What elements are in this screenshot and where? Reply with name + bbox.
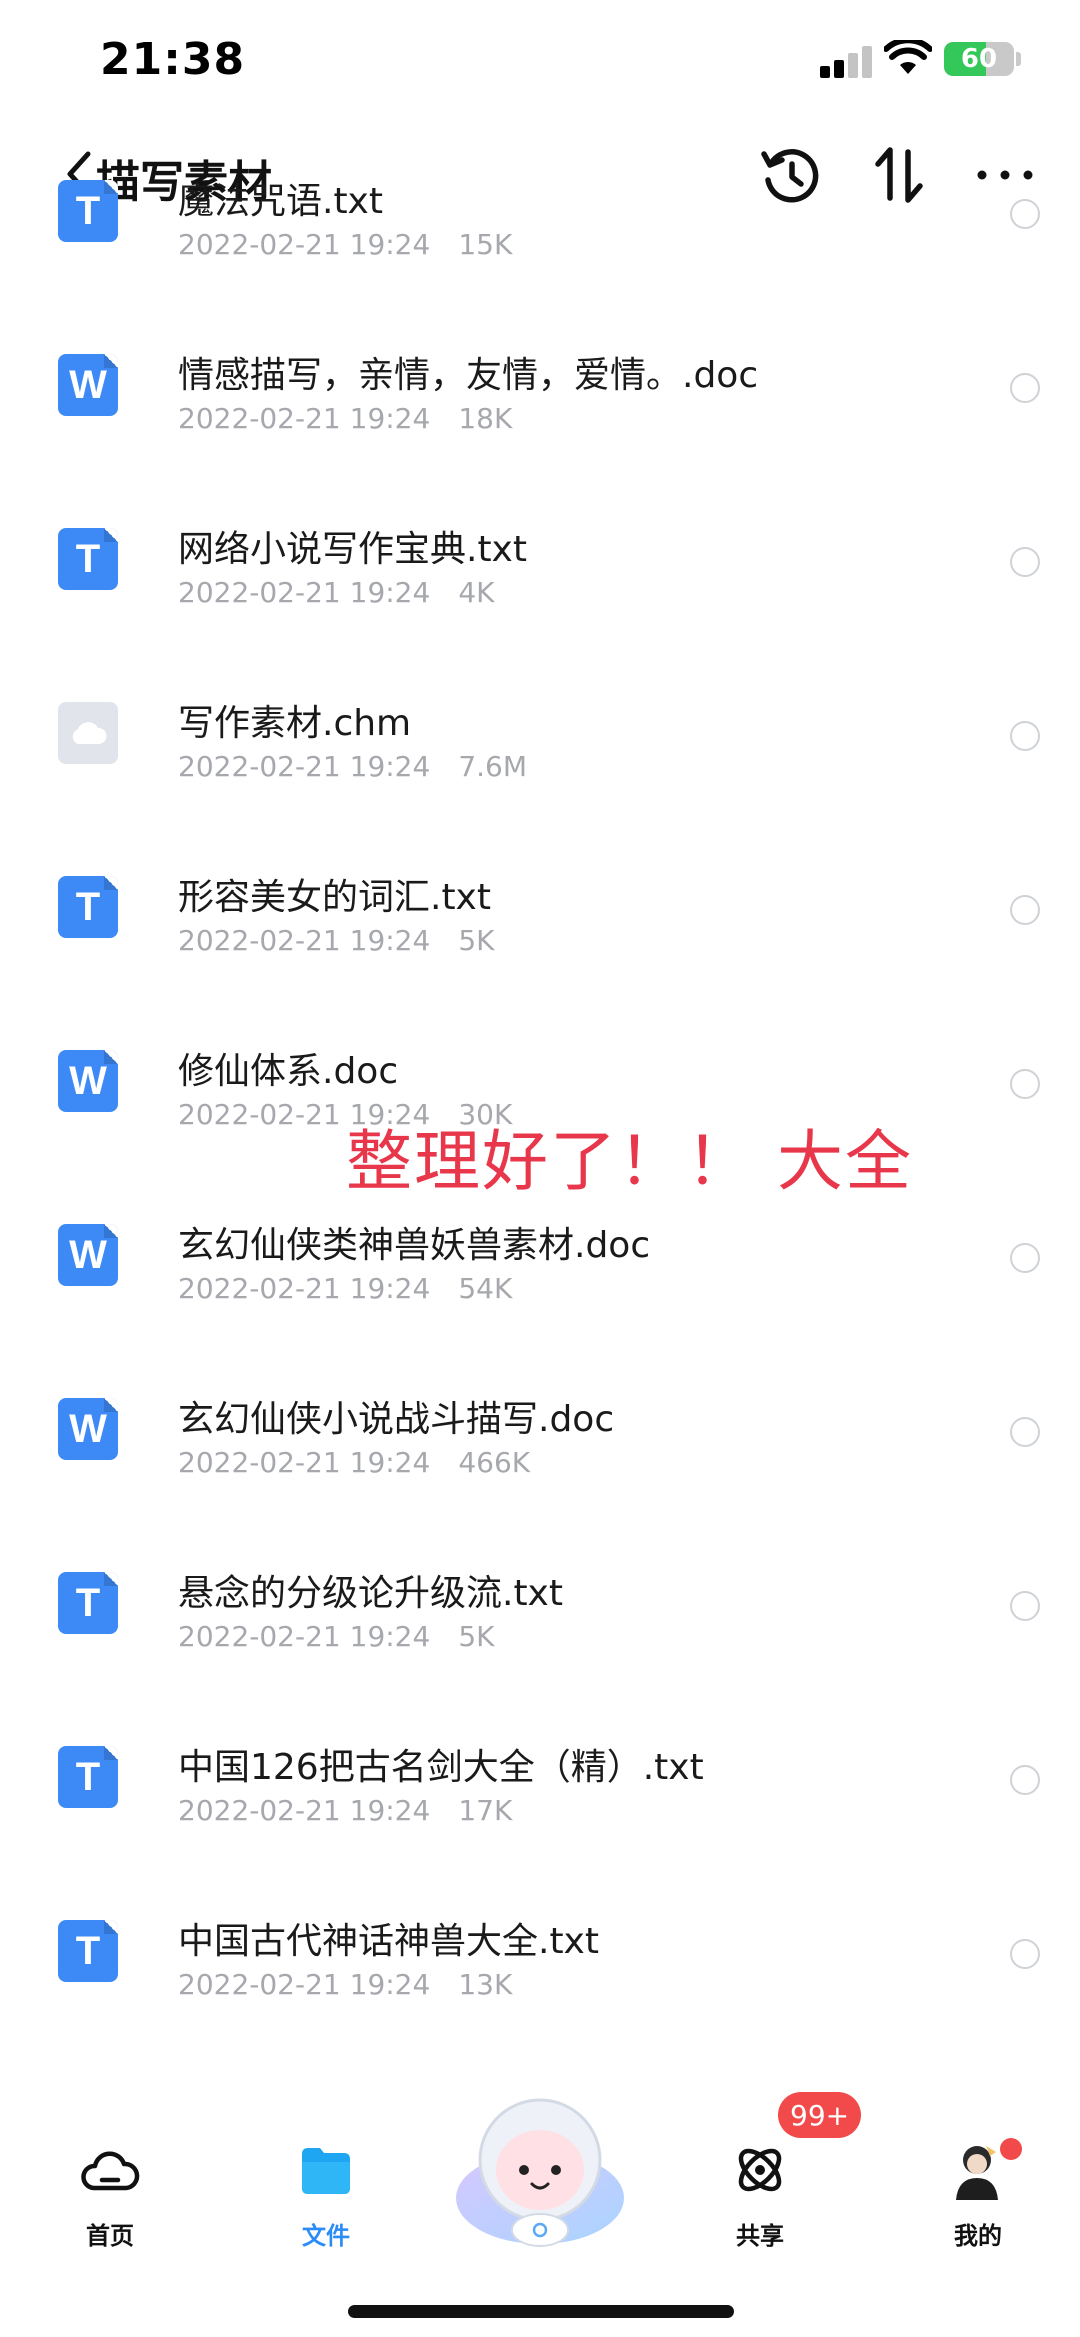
file-date: 2022-02-21 19:24	[178, 1446, 431, 1479]
txt-file-icon: T	[58, 1746, 118, 1808]
list-item[interactable]: W 玄幻仙侠小说战斗描写.doc 2022-02-21 19:24 466K	[0, 1370, 1080, 1544]
file-size: 15K	[458, 228, 513, 261]
list-item[interactable]: W 玄幻仙侠类神兽妖兽素材.doc 2022-02-21 19:24 54K	[0, 1196, 1080, 1370]
file-size: 5K	[458, 924, 495, 957]
signal-icon	[820, 46, 872, 78]
avatar-notification-dot	[1000, 2138, 1022, 2160]
file-date: 2022-02-21 19:24	[178, 1794, 431, 1827]
file-meta: 2022-02-21 19:24 15K	[178, 228, 512, 261]
word-file-icon: W	[58, 354, 118, 416]
file-name: 中国古代神话神兽大全.txt	[178, 1921, 599, 1962]
file-meta: 2022-02-21 19:24 5K	[178, 924, 495, 957]
file-name: 中国126把古名剑大全（精）.txt	[178, 1747, 704, 1788]
txt-file-icon: T	[58, 180, 118, 242]
file-meta: 2022-02-21 19:24 17K	[178, 1794, 512, 1827]
tab-files-label: 文件	[302, 2222, 350, 2250]
status-bar: 21:38 60	[0, 0, 1080, 120]
file-date: 2022-02-21 19:24	[178, 1272, 431, 1305]
select-radio[interactable]	[1010, 721, 1040, 751]
file-date: 2022-02-21 19:24	[178, 576, 431, 609]
folder-icon	[302, 2148, 350, 2194]
select-radio[interactable]	[1010, 1591, 1040, 1621]
word-file-icon: W	[58, 1050, 118, 1112]
tab-share-label: 共享	[736, 2222, 784, 2250]
file-date: 2022-02-21 19:24	[178, 924, 431, 957]
file-meta: 2022-02-21 19:24 7.6M	[178, 750, 527, 783]
tab-home-label: 首页	[86, 2222, 134, 2250]
file-size: 54K	[458, 1272, 513, 1305]
word-file-icon: W	[58, 1398, 118, 1460]
file-date: 2022-02-21 19:24	[178, 228, 431, 261]
txt-file-icon: T	[58, 1920, 118, 1982]
list-item[interactable]: T 中国126把古名剑大全（精）.txt 2022-02-21 19:24 17K	[0, 1718, 1080, 1892]
select-radio[interactable]	[1010, 895, 1040, 925]
file-name: 网络小说写作宝典.txt	[178, 529, 527, 570]
status-time: 21:38	[100, 34, 246, 85]
file-name: 情感描写，亲情，友情，爱情。.doc	[178, 355, 759, 396]
list-item[interactable]: T 悬念的分级论升级流.txt 2022-02-21 19:24 5K	[0, 1544, 1080, 1718]
file-date: 2022-02-21 19:24	[178, 1620, 431, 1653]
file-meta: 2022-02-21 19:24 54K	[178, 1272, 512, 1305]
cloud-icon	[81, 2151, 140, 2191]
home-indicator	[348, 2305, 734, 2318]
cloud-file-icon	[58, 702, 118, 764]
file-meta: 2022-02-21 19:24 466K	[178, 1446, 530, 1479]
file-size: 466K	[458, 1446, 531, 1479]
file-name: 玄幻仙侠小说战斗描写.doc	[178, 1399, 615, 1440]
file-size: 18K	[458, 402, 513, 435]
select-radio[interactable]	[1010, 1243, 1040, 1273]
file-name: 形容美女的词汇.txt	[178, 877, 491, 918]
overlay-caption: 整理好了！！ 大全	[346, 1123, 913, 1200]
txt-file-icon: T	[58, 876, 118, 938]
select-radio[interactable]	[1010, 1765, 1040, 1795]
file-date: 2022-02-21 19:24	[178, 1968, 431, 2001]
file-size: 7.6M	[458, 750, 528, 783]
select-radio[interactable]	[1010, 199, 1040, 229]
file-date: 2022-02-21 19:24	[178, 750, 431, 783]
file-size: 4K	[458, 576, 495, 609]
file-size: 5K	[458, 1620, 495, 1653]
list-item[interactable]: T 中国古代神话神兽大全.txt 2022-02-21 19:24 13K	[0, 1892, 1080, 2060]
file-size: 13K	[458, 1968, 513, 2001]
txt-file-icon: T	[58, 1572, 118, 1634]
tab-files[interactable]: 文件	[266, 2140, 386, 2280]
select-radio[interactable]	[1010, 373, 1040, 403]
avatar[interactable]	[950, 2142, 1004, 2200]
notification-badge: 99+	[778, 2092, 862, 2138]
file-name: 魔法咒语.txt	[178, 181, 383, 222]
file-date: 2022-02-21 19:24	[178, 402, 431, 435]
file-size: 17K	[458, 1794, 513, 1827]
tab-home[interactable]: 首页	[50, 2140, 170, 2280]
battery-level: 60	[960, 44, 998, 74]
tab-share[interactable]: 共享	[700, 2140, 820, 2280]
file-name: 修仙体系.doc	[178, 1051, 399, 1092]
list-item[interactable]: T 网络小说写作宝典.txt 2022-02-21 19:24 4K	[0, 500, 1080, 674]
select-radio[interactable]	[1010, 1069, 1040, 1099]
file-name: 玄幻仙侠类神兽妖兽素材.doc	[178, 1225, 651, 1266]
file-meta: 2022-02-21 19:24 5K	[178, 1620, 495, 1653]
battery-icon: 60	[944, 42, 1014, 76]
list-item[interactable]: T 形容美女的词汇.txt 2022-02-21 19:24 5K	[0, 848, 1080, 1022]
tab-me-label: 我的	[954, 2222, 1002, 2250]
file-meta: 2022-02-21 19:24 4K	[178, 576, 495, 609]
file-meta: 2022-02-21 19:24 18K	[178, 402, 512, 435]
file-name: 写作素材.chm	[178, 703, 412, 744]
assistant-mascot-button[interactable]	[450, 2088, 630, 2252]
list-item[interactable]: T 魔法咒语.txt 2022-02-21 19:24 15K	[0, 180, 1080, 326]
orbit-icon	[738, 2148, 782, 2192]
word-file-icon: W	[58, 1224, 118, 1286]
txt-file-icon: T	[58, 528, 118, 590]
list-item[interactable]: W 情感描写，亲情，友情，爱情。.doc 2022-02-21 19:24 18K	[0, 326, 1080, 500]
select-radio[interactable]	[1010, 1417, 1040, 1447]
wifi-icon	[884, 40, 932, 74]
file-meta: 2022-02-21 19:24 13K	[178, 1968, 512, 2001]
select-radio[interactable]	[1010, 547, 1040, 577]
select-radio[interactable]	[1010, 1939, 1040, 1969]
file-name: 悬念的分级论升级流.txt	[178, 1573, 563, 1614]
list-item[interactable]: 写作素材.chm 2022-02-21 19:24 7.6M	[0, 674, 1080, 848]
